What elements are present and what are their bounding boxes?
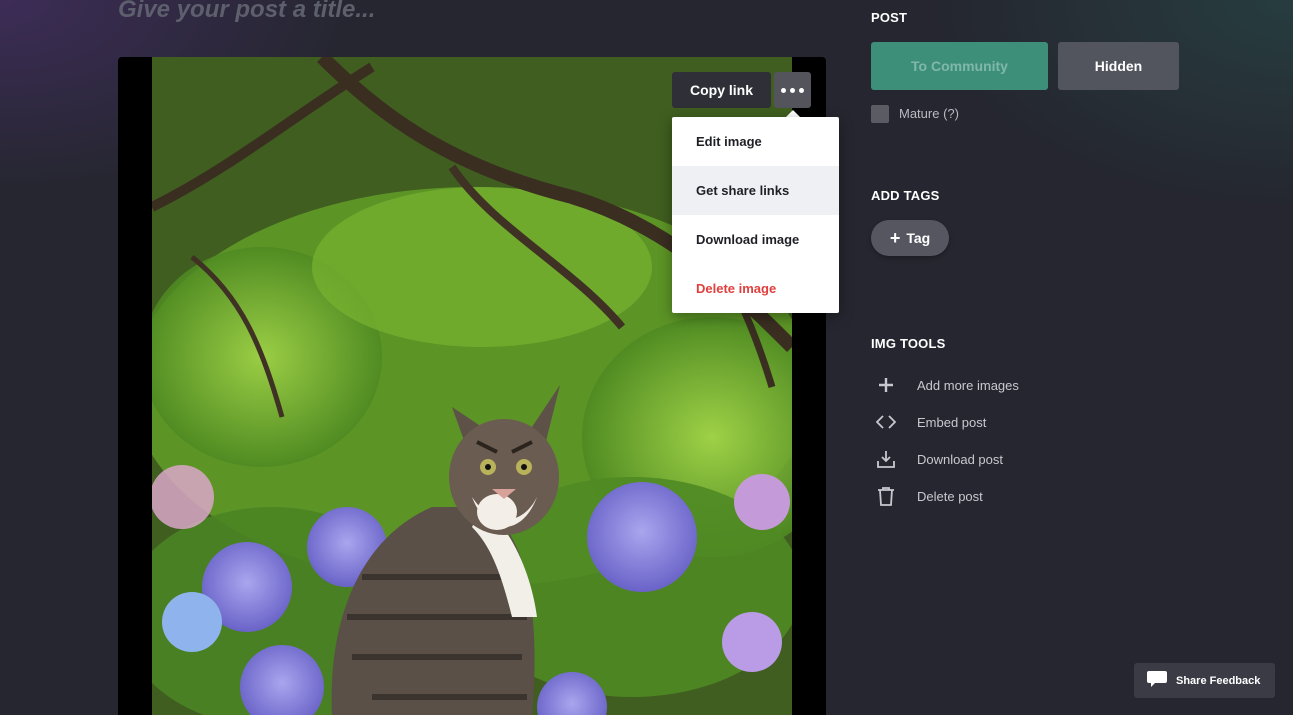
add-tags-heading: ADD TAGS: [871, 188, 940, 203]
more-options-button[interactable]: [774, 72, 811, 108]
dot-icon: [790, 87, 795, 93]
add-tag-button[interactable]: + Tag: [871, 220, 949, 256]
tool-label: Embed post: [917, 414, 987, 430]
download-post-button[interactable]: Download post: [874, 447, 1003, 471]
mature-checkbox[interactable]: [871, 104, 889, 123]
img-tools-heading: IMG TOOLS: [871, 336, 946, 351]
copy-link-button[interactable]: Copy link: [672, 72, 771, 108]
download-icon: [874, 447, 898, 471]
mature-toggle[interactable]: Mature (?): [871, 104, 959, 123]
dot-icon: [799, 87, 804, 93]
mature-label: Mature (?): [899, 106, 959, 121]
dot-icon: [781, 87, 786, 93]
add-more-images-button[interactable]: Add more images: [874, 373, 1019, 397]
code-icon: [874, 410, 898, 434]
tag-button-label: Tag: [906, 230, 931, 246]
share-feedback-label: Share Feedback: [1176, 674, 1261, 687]
post-section-heading: POST: [871, 10, 908, 25]
menu-item-edit-image[interactable]: Edit image: [672, 117, 839, 166]
image-options-menu: Edit image Get share links Download imag…: [672, 117, 839, 313]
tool-label: Download post: [917, 451, 1003, 467]
hidden-button[interactable]: Hidden: [1058, 42, 1179, 90]
menu-item-download-image[interactable]: Download image: [672, 215, 839, 264]
tool-label: Add more images: [917, 377, 1019, 393]
plus-icon: +: [889, 228, 901, 248]
post-editor-page: Copy link Edit image Get share links Dow…: [0, 0, 1293, 715]
embed-post-button[interactable]: Embed post: [874, 410, 986, 434]
menu-item-get-share-links[interactable]: Get share links: [672, 166, 839, 215]
trash-icon: [874, 484, 898, 508]
menu-item-delete-image[interactable]: Delete image: [672, 264, 839, 313]
plus-icon: [874, 373, 898, 397]
share-feedback-button[interactable]: Share Feedback: [1134, 663, 1275, 698]
chat-bubble-icon: [1146, 669, 1168, 692]
post-title-input[interactable]: [118, 0, 758, 28]
delete-post-button[interactable]: Delete post: [874, 484, 983, 508]
to-community-button[interactable]: To Community: [871, 42, 1048, 90]
tool-label: Delete post: [917, 488, 983, 504]
